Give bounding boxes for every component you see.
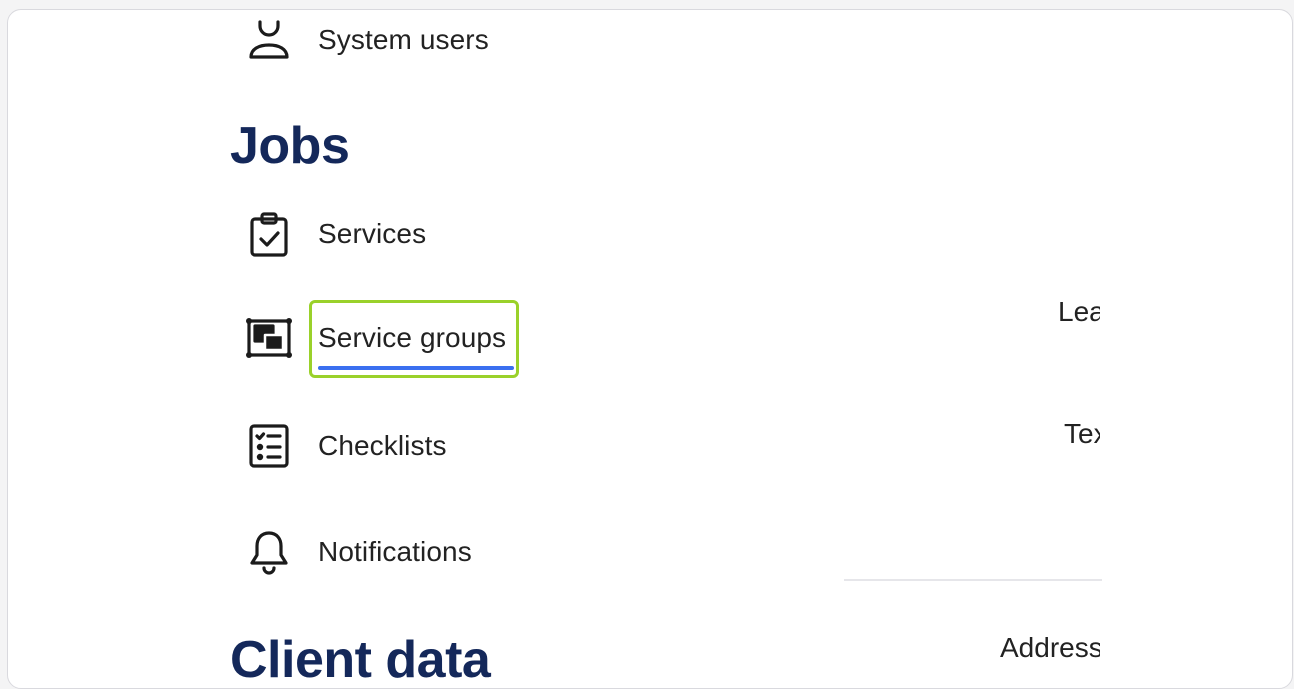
nav-label-services: Services [318,218,427,249]
nav-item-checklists[interactable]: Checklists [244,416,574,476]
nav-item-system-users[interactable]: System users [244,10,574,70]
nav-label-checklists: Checklists [318,430,447,461]
section-heading-client-data: Client data [230,631,491,689]
nav-item-notifications[interactable]: Notifications [244,522,574,582]
clipboard-check-icon [244,209,294,259]
app-window: System users Jobs Services Service group… [7,9,1293,689]
form-label-clipped-2: Tex [1064,418,1100,449]
nav-item-services[interactable]: Services [244,204,574,264]
nav-label-service-groups: Service groups [318,322,507,353]
section-divider [844,579,1102,581]
user-icon [244,15,294,65]
active-underline [318,366,514,370]
nav-label-system-users: System users [318,24,489,55]
form-label-clipped-1: Lea [1058,296,1100,327]
bell-icon [244,527,294,577]
checklist-icon [244,421,294,471]
service-group-icon [244,313,294,363]
section-heading-jobs: Jobs [230,117,350,175]
nav-item-service-groups[interactable]: Service groups [244,308,574,368]
nav-label-notifications: Notifications [318,536,472,567]
form-label-address: Address [1000,632,1100,663]
